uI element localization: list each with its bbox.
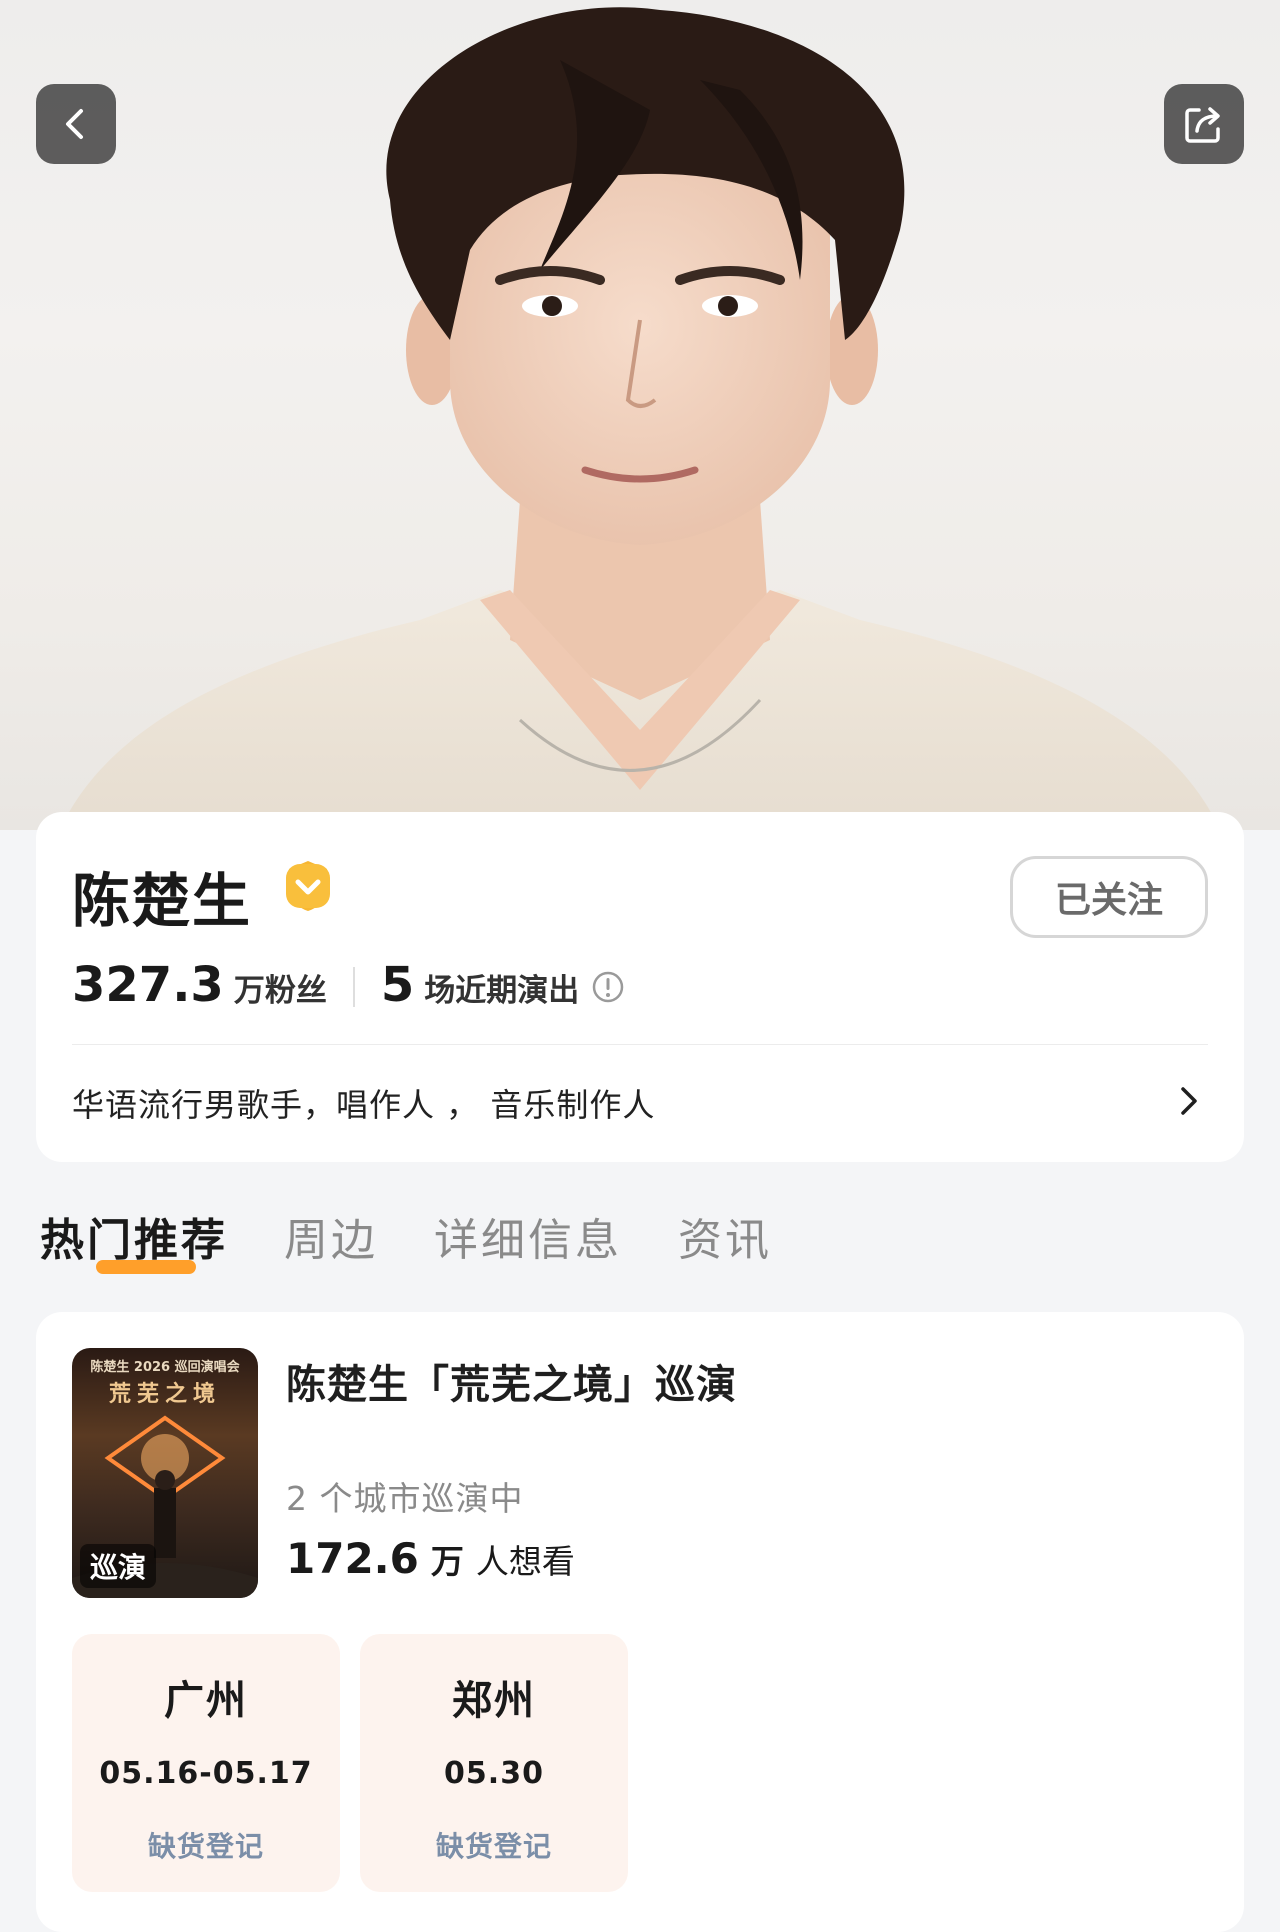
fans-count: 327.3: [72, 957, 224, 1013]
want-unit: 万: [430, 1542, 464, 1581]
city-name: 郑州: [452, 1678, 536, 1724]
chevron-left-icon: [66, 109, 83, 139]
tour-city-count: 2 个城市巡演中: [286, 1479, 524, 1518]
tour-city-list: 广州 05.16-05.17 缺货登记 郑州 05.30 缺货登记: [72, 1634, 648, 1892]
verified-badge-icon: [286, 861, 330, 911]
city-date: 05.30: [444, 1756, 544, 1791]
tour-poster[interactable]: 陈楚生 2026 巡回演唱会 荒芜之境 巡演: [72, 1348, 258, 1598]
tour-want-count: 172.6 万 人想看: [286, 1534, 575, 1583]
chevron-right-icon[interactable]: [1176, 1084, 1202, 1118]
stock-registration-link[interactable]: 缺货登记: [436, 1825, 552, 1865]
tab-news[interactable]: 资讯: [678, 1204, 772, 1268]
tab-label: 周边: [284, 1215, 378, 1266]
tab-hot-recommend[interactable]: 热门推荐: [40, 1204, 228, 1274]
following-button[interactable]: 已关注: [1010, 856, 1208, 938]
info-icon[interactable]: [591, 970, 625, 1004]
poster-header-text: 陈楚生 2026 巡回演唱会: [90, 1360, 240, 1375]
share-button[interactable]: [1164, 84, 1244, 164]
tour-type-tag: 巡演: [80, 1544, 157, 1588]
artist-hero-photo: [0, 0, 1280, 830]
want-label: 人想看: [475, 1542, 575, 1581]
tab-merch[interactable]: 周边: [284, 1204, 378, 1268]
city-date: 05.16-05.17: [99, 1756, 313, 1791]
poster-title-text: 荒芜之境: [108, 1382, 221, 1407]
shows-count: 5: [380, 957, 415, 1013]
artist-stats: 327.3 万粉丝 5 场近期演出: [72, 957, 625, 1017]
fans-unit: 万粉丝: [233, 973, 327, 1009]
tab-label: 详细信息: [434, 1215, 622, 1266]
want-number: 172.6: [286, 1534, 419, 1583]
artist-name: 陈楚生: [72, 867, 253, 935]
content-tabs: 热门推荐 周边 详细信息 资讯: [40, 1204, 828, 1284]
tab-label: 资讯: [678, 1215, 772, 1266]
artist-bio[interactable]: 华语流行男歌手，唱作人 ， 音乐制作人: [72, 1080, 655, 1126]
stats-divider: [352, 967, 355, 1007]
back-button[interactable]: [36, 84, 116, 164]
tour-card[interactable]: 陈楚生 2026 巡回演唱会 荒芜之境 巡演 陈楚生「荒芜之境」巡演 2 个城市…: [36, 1312, 1244, 1932]
shows-unit: 场近期演出: [424, 973, 580, 1009]
tab-details[interactable]: 详细信息: [434, 1204, 622, 1268]
stock-registration-link[interactable]: 缺货登记: [148, 1825, 264, 1865]
tour-title[interactable]: 陈楚生「荒芜之境」巡演: [286, 1352, 737, 1410]
artist-profile-card: 陈楚生 已关注 327.3 万粉丝 5 场近期演出 华语流行男歌手，唱作人 ， …: [36, 812, 1244, 1162]
card-divider: [72, 1044, 1208, 1045]
city-card-guangzhou[interactable]: 广州 05.16-05.17 缺货登记: [72, 1634, 340, 1892]
tab-label: 热门推荐: [40, 1215, 228, 1266]
share-icon: [1185, 107, 1220, 143]
city-name: 广州: [164, 1678, 248, 1724]
artist-portrait: [60, 7, 1220, 830]
city-card-zhengzhou[interactable]: 郑州 05.30 缺货登记: [360, 1634, 628, 1892]
